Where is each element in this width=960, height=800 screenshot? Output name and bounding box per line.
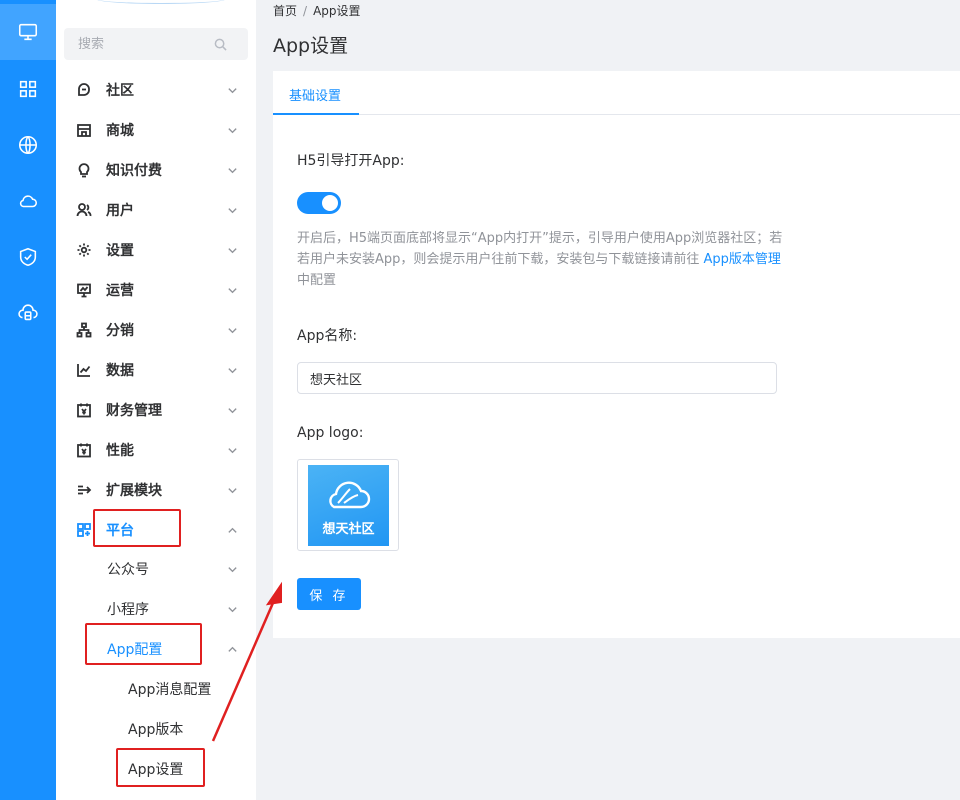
chevron-down-icon bbox=[227, 244, 238, 255]
logo-swoosh bbox=[96, 0, 226, 4]
extend-icon bbox=[76, 482, 92, 498]
page-title: App设置 bbox=[273, 35, 349, 57]
chevron-up-icon bbox=[227, 524, 238, 535]
side-menu: 社区 商城 知识付费 用户 设置 运营 分销 数据 财务管理 bbox=[56, 0, 256, 800]
menu-item-settings[interactable]: 设置 bbox=[56, 230, 256, 270]
menu-item-label: App版本 bbox=[128, 722, 184, 738]
breadcrumb-home[interactable]: 首页 bbox=[273, 4, 297, 18]
search-icon bbox=[214, 38, 227, 51]
breadcrumb: 首页 / App设置 bbox=[273, 2, 361, 19]
breadcrumb-separator: / bbox=[303, 4, 308, 18]
menu-item-label: 分销 bbox=[106, 323, 134, 339]
menu-item-app-version[interactable]: App版本 bbox=[56, 709, 256, 749]
chevron-down-icon bbox=[227, 204, 238, 215]
monitor-icon bbox=[18, 23, 38, 41]
rail-monitor[interactable] bbox=[0, 4, 56, 60]
menu-item-extensions[interactable]: 扩展模块 bbox=[56, 470, 256, 510]
menu-item-label: 商城 bbox=[106, 123, 134, 139]
chat-bubble-icon bbox=[76, 82, 92, 98]
menu-item-label: 小程序 bbox=[107, 602, 149, 618]
chevron-down-icon bbox=[227, 563, 238, 574]
tab-bar: 基础设置 bbox=[273, 71, 960, 115]
line-chart-icon bbox=[76, 362, 92, 378]
chevron-down-icon bbox=[227, 404, 238, 415]
menu-item-users[interactable]: 用户 bbox=[56, 190, 256, 230]
app-name-label: App名称: bbox=[297, 328, 358, 344]
chevron-down-icon bbox=[227, 284, 238, 295]
chevron-down-icon bbox=[227, 444, 238, 455]
app-logo-label: App logo: bbox=[297, 425, 364, 441]
highlight-box-platform bbox=[93, 509, 181, 547]
app-logo: 想天社区 bbox=[308, 465, 389, 546]
gear-icon bbox=[76, 242, 92, 258]
app-name-input[interactable] bbox=[297, 362, 777, 394]
menu-item-knowledge[interactable]: 知识付费 bbox=[56, 150, 256, 190]
rail-apps[interactable] bbox=[0, 61, 56, 117]
store-icon bbox=[76, 122, 92, 138]
chevron-up-icon bbox=[227, 643, 238, 654]
app-version-link[interactable]: App版本管理 bbox=[704, 252, 781, 267]
menu-item-label: 设置 bbox=[106, 243, 134, 259]
menu-item-label: 运营 bbox=[106, 283, 134, 299]
menu-item-official-account[interactable]: 公众号 bbox=[56, 549, 256, 589]
tab-active-indicator bbox=[273, 113, 359, 115]
calendar-yen-icon bbox=[76, 442, 92, 458]
rail-cloud-server[interactable] bbox=[0, 285, 56, 341]
platform-icon bbox=[76, 522, 92, 538]
logo-text: 想天社区 bbox=[322, 522, 375, 537]
switch-knob bbox=[322, 195, 338, 211]
menu-item-finance[interactable]: 财务管理 bbox=[56, 390, 256, 430]
cloud-icon bbox=[19, 195, 38, 208]
h5-help-text: 开启后，H5端页面底部将显示“App内打开”提示，引导用户使用App浏览器社区；… bbox=[297, 228, 787, 291]
menu-item-label: 知识付费 bbox=[106, 163, 162, 179]
menu-item-app-message-config[interactable]: App消息配置 bbox=[56, 669, 256, 709]
breadcrumb-current: App设置 bbox=[313, 4, 361, 18]
chevron-down-icon bbox=[227, 84, 238, 95]
highlight-box-app-settings bbox=[116, 748, 205, 787]
cloud-server-icon bbox=[18, 304, 38, 321]
h5-open-app-label: H5引导打开App: bbox=[297, 153, 405, 169]
logo-upload[interactable]: 想天社区 bbox=[297, 459, 399, 551]
settings-card: 基础设置 H5引导打开App: 开启后，H5端页面底部将显示“App内打开”提示… bbox=[273, 71, 960, 638]
highlight-box-app-config bbox=[85, 623, 202, 665]
menu-item-performance[interactable]: 性能 bbox=[56, 430, 256, 470]
menu-item-label: 数据 bbox=[106, 363, 134, 379]
lightbulb-icon bbox=[76, 162, 92, 178]
chevron-down-icon bbox=[227, 484, 238, 495]
menu-item-distribution[interactable]: 分销 bbox=[56, 310, 256, 350]
tab-basic-settings[interactable]: 基础设置 bbox=[289, 85, 341, 104]
chevron-down-icon bbox=[227, 324, 238, 335]
shield-check-icon bbox=[19, 247, 37, 267]
users-icon bbox=[76, 202, 92, 218]
presentation-icon bbox=[76, 282, 92, 298]
chevron-down-icon bbox=[227, 124, 238, 135]
menu-item-mall[interactable]: 商城 bbox=[56, 110, 256, 150]
menu-item-community[interactable]: 社区 bbox=[56, 70, 256, 110]
save-button[interactable]: 保 存 bbox=[297, 578, 361, 610]
chevron-down-icon bbox=[227, 603, 238, 614]
menu-item-label: App消息配置 bbox=[128, 682, 212, 698]
globe-icon bbox=[18, 135, 38, 155]
cloud-logo-icon bbox=[329, 481, 371, 509]
menu-item-label: 扩展模块 bbox=[106, 483, 162, 499]
help-text-part: 中配置 bbox=[297, 273, 337, 288]
menu-item-label: 财务管理 bbox=[106, 403, 162, 419]
menu-item-label: 社区 bbox=[106, 83, 134, 99]
menu-item-label: 性能 bbox=[106, 443, 134, 459]
h5-open-app-switch[interactable] bbox=[297, 192, 341, 214]
rail-security[interactable] bbox=[0, 229, 56, 285]
grid-icon bbox=[19, 80, 37, 98]
menu-item-data[interactable]: 数据 bbox=[56, 350, 256, 390]
menu-item-label: 用户 bbox=[106, 203, 134, 219]
menu-item-label: 公众号 bbox=[107, 562, 149, 578]
rail-globe[interactable] bbox=[0, 117, 56, 173]
icon-rail bbox=[0, 0, 56, 800]
org-chart-icon bbox=[76, 322, 92, 338]
chevron-down-icon bbox=[227, 164, 238, 175]
calendar-yen-icon bbox=[76, 402, 92, 418]
chevron-down-icon bbox=[227, 364, 238, 375]
rail-cloud[interactable] bbox=[0, 173, 56, 229]
menu-item-operations[interactable]: 运营 bbox=[56, 270, 256, 310]
